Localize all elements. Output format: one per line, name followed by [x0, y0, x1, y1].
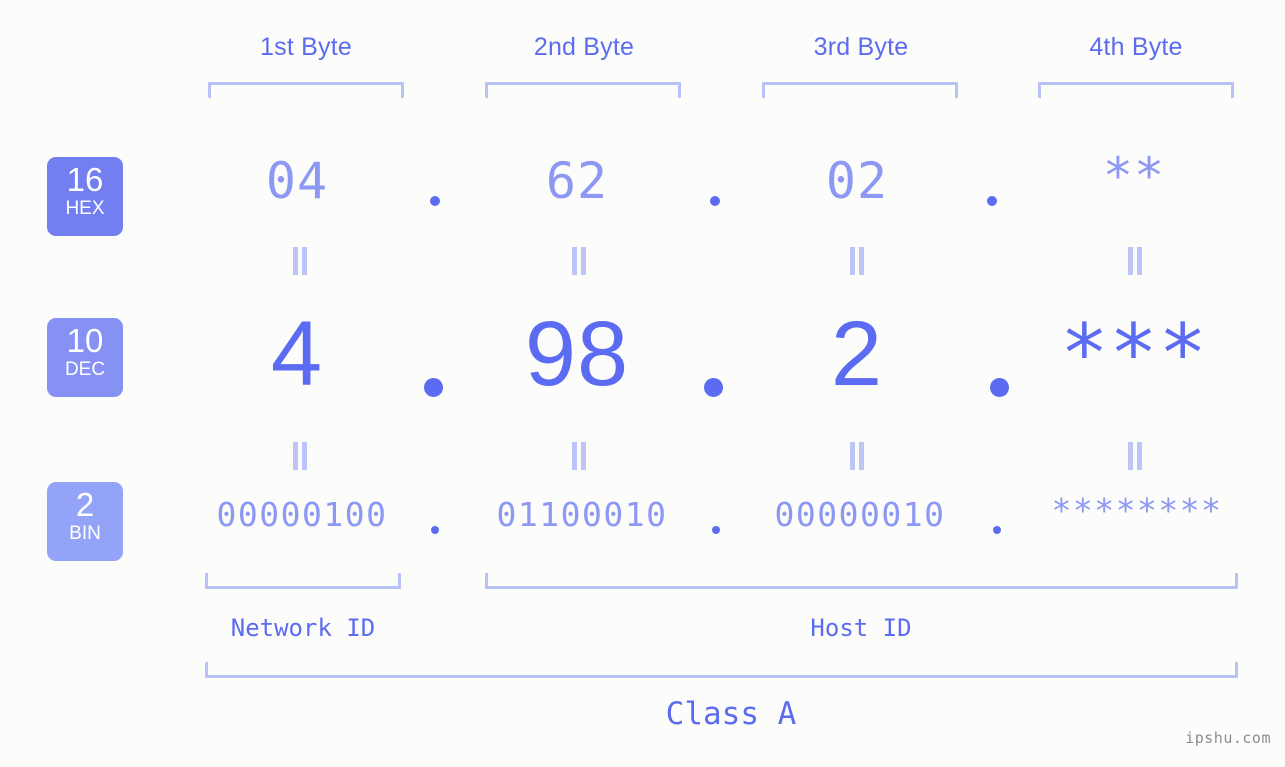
- base-badge-hex-number: 16: [66, 161, 104, 198]
- base-badge-dec-number: 10: [66, 322, 104, 359]
- dec-byte-4: ***: [1060, 307, 1208, 400]
- byte-bracket-3: [762, 82, 958, 98]
- base-badge-dec: 10 DEC: [47, 318, 123, 397]
- bin-byte-1: 00000100: [216, 495, 388, 534]
- byte-bracket-4: [1038, 82, 1234, 98]
- hex-byte-3: 02: [825, 152, 889, 210]
- byte-header-3: 3rd Byte: [813, 33, 909, 61]
- bin-separator-2: [712, 526, 720, 534]
- hex-byte-1: 04: [265, 152, 329, 210]
- bin-byte-4: ********: [1051, 491, 1223, 530]
- byte-header-4: 4th Byte: [1089, 33, 1183, 61]
- dec-separator-3: [990, 378, 1009, 397]
- dec-byte-3: 2: [830, 303, 884, 405]
- ip-address-breakdown-diagram: 1st Byte 2nd Byte 3rd Byte 4th Byte 16 H…: [0, 0, 1285, 767]
- equality-mark-hex-dec-2: [572, 247, 588, 275]
- equality-mark-dec-bin-1: [293, 442, 309, 470]
- base-badge-bin: 2 BIN: [47, 482, 123, 561]
- network-id-label: Network ID: [230, 614, 376, 642]
- bin-separator-3: [993, 526, 1001, 534]
- dec-separator-1: [424, 378, 443, 397]
- hex-separator-3: [987, 196, 997, 206]
- hex-byte-2: 62: [545, 152, 609, 210]
- byte-header-2: 2nd Byte: [533, 33, 635, 61]
- equality-mark-dec-bin-3: [850, 442, 866, 470]
- byte-header-1: 1st Byte: [260, 33, 352, 61]
- hex-separator-1: [430, 196, 440, 206]
- class-bracket: [205, 662, 1238, 678]
- byte-bracket-2: [485, 82, 681, 98]
- equality-mark-dec-bin-4: [1128, 442, 1144, 470]
- host-id-label: Host ID: [810, 614, 912, 642]
- hex-separator-2: [710, 196, 720, 206]
- bin-byte-3: 00000010: [774, 495, 946, 534]
- base-badge-hex-label: HEX: [65, 198, 105, 219]
- dec-separator-2: [704, 378, 723, 397]
- equality-mark-hex-dec-3: [850, 247, 866, 275]
- equality-mark-dec-bin-2: [572, 442, 588, 470]
- dec-byte-2: 98: [524, 303, 630, 405]
- equality-mark-hex-dec-4: [1128, 247, 1144, 275]
- class-label: Class A: [665, 696, 797, 732]
- base-badge-hex: 16 HEX: [47, 157, 123, 236]
- base-badge-bin-number: 2: [75, 486, 95, 523]
- site-watermark: ipshu.com: [1185, 729, 1271, 747]
- base-badge-bin-label: BIN: [69, 523, 101, 544]
- dec-byte-1: 4: [270, 303, 324, 405]
- equality-mark-hex-dec-1: [293, 247, 309, 275]
- network-id-bracket: [205, 573, 401, 589]
- bin-separator-1: [431, 526, 439, 534]
- base-badge-dec-label: DEC: [64, 359, 106, 380]
- host-id-bracket: [485, 573, 1238, 589]
- byte-bracket-1: [208, 82, 404, 98]
- hex-byte-4: **: [1102, 147, 1166, 205]
- bin-byte-2: 01100010: [496, 495, 668, 534]
